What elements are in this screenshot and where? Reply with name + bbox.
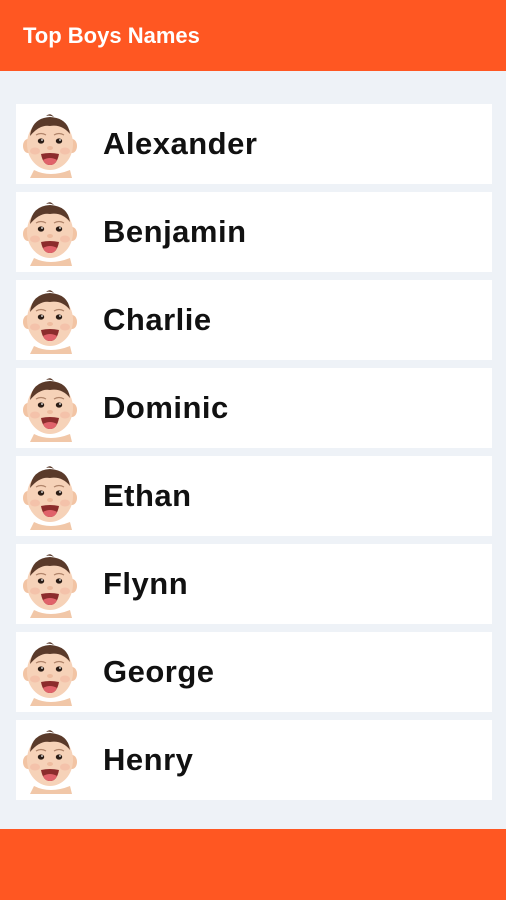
baby-face-icon <box>20 728 80 794</box>
list-item[interactable]: Charlie <box>16 280 492 360</box>
list-item[interactable]: Dominic <box>16 368 492 448</box>
baby-face-icon <box>20 376 80 442</box>
baby-face-icon <box>20 288 80 354</box>
bottom-banner <box>0 829 506 900</box>
name-label: George <box>103 654 215 689</box>
baby-face-icon <box>20 464 80 530</box>
baby-face-icon <box>20 640 80 706</box>
names-list: Alexander Benjamin Charlie Dominic Ethan… <box>16 104 492 808</box>
name-label: Benjamin <box>103 214 247 249</box>
list-item[interactable]: Henry <box>16 720 492 800</box>
baby-face-icon <box>20 112 80 178</box>
list-item[interactable]: Ethan <box>16 456 492 536</box>
name-label: Ethan <box>103 478 192 513</box>
list-item[interactable]: Alexander <box>16 104 492 184</box>
app-title: Top Boys Names <box>23 23 200 48</box>
name-label: Alexander <box>103 126 258 161</box>
name-label: Henry <box>103 742 194 777</box>
list-item[interactable]: George <box>16 632 492 712</box>
baby-face-icon <box>20 200 80 266</box>
app-bar: Top Boys Names <box>0 0 506 71</box>
name-label: Dominic <box>103 390 229 425</box>
baby-face-icon <box>20 552 80 618</box>
name-label: Charlie <box>103 302 212 337</box>
list-item[interactable]: Flynn <box>16 544 492 624</box>
name-label: Flynn <box>103 566 189 601</box>
list-item[interactable]: Benjamin <box>16 192 492 272</box>
